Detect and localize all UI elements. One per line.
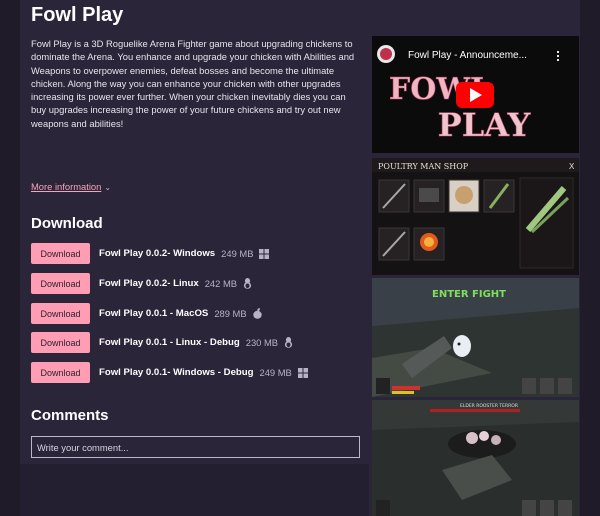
game-page: Fowl Play Fowl Play is a 3D Roguelike Ar… (20, 0, 580, 516)
windows-icon (297, 367, 308, 378)
screenshot-boss-fight[interactable]: ELDER ROOSTER TERROR (372, 400, 579, 516)
more-information-label: More information (31, 181, 102, 192)
file-name: Fowl Play 0.0.1- Windows - Debug (99, 367, 254, 378)
game-description: Fowl Play is a 3D Roguelike Arena Fighte… (31, 38, 355, 129)
chevron-down-icon: ⌄ (104, 183, 112, 192)
download-heading: Download (31, 215, 103, 232)
file-size: 289 MB (214, 308, 247, 319)
enter-fight-label: ENTER FIGHT (432, 289, 506, 300)
file-size: 249 MB (221, 248, 254, 259)
download-row: Download Fowl Play 0.0.1- Windows - Debu… (31, 362, 308, 383)
download-row: Download Fowl Play 0.0.1 - Linux - Debug… (31, 332, 293, 353)
comments-heading: Comments (31, 407, 109, 424)
download-row: Download Fowl Play 0.0.1 - MacOS 289 MB (31, 303, 262, 324)
download-button[interactable]: Download (31, 332, 90, 353)
shop-title: POULTRY MAN SHOP (378, 162, 469, 171)
file-name: Fowl Play 0.0.2- Linux (99, 278, 199, 289)
apple-icon (252, 308, 262, 319)
video-embed[interactable]: FOWL PLAY Fowl Play - Announceme... (372, 36, 579, 153)
linux-icon (284, 337, 293, 348)
comment-input[interactable]: Write your comment... (31, 436, 360, 458)
download-button[interactable]: Download (31, 243, 90, 264)
screenshot-enter-fight[interactable]: ENTER FIGHT (372, 278, 579, 397)
linux-icon (243, 278, 252, 289)
download-button[interactable]: Download (31, 273, 90, 294)
screenshot-shop[interactable]: POULTRY MAN SHOP X (372, 158, 579, 275)
file-size: 249 MB (259, 367, 292, 378)
file-name: Fowl Play 0.0.1 - Linux - Debug (99, 337, 240, 348)
windows-icon (259, 248, 270, 259)
video-title: Fowl Play - Announceme... (408, 50, 527, 61)
file-name: Fowl Play 0.0.1 - MacOS (99, 308, 209, 319)
more-information-link[interactable]: More information ⌄ (31, 181, 111, 192)
download-row: Download Fowl Play 0.0.2- Windows 249 MB (31, 243, 270, 264)
file-size: 230 MB (245, 337, 279, 348)
video-logo-line2: PLAY (438, 106, 532, 144)
file-name: Fowl Play 0.0.2- Windows (99, 248, 216, 259)
page-title: Fowl Play (31, 4, 124, 26)
close-icon: X (569, 162, 575, 171)
comment-placeholder: Write your comment... (37, 441, 129, 453)
boss-label: ELDER ROOSTER TERROR (460, 403, 518, 409)
download-button[interactable]: Download (31, 362, 90, 383)
file-size: 242 MB (204, 278, 238, 289)
comment-area-background (20, 464, 369, 516)
download-button[interactable]: Download (31, 303, 90, 324)
download-row: Download Fowl Play 0.0.2- Linux 242 MB (31, 273, 252, 294)
